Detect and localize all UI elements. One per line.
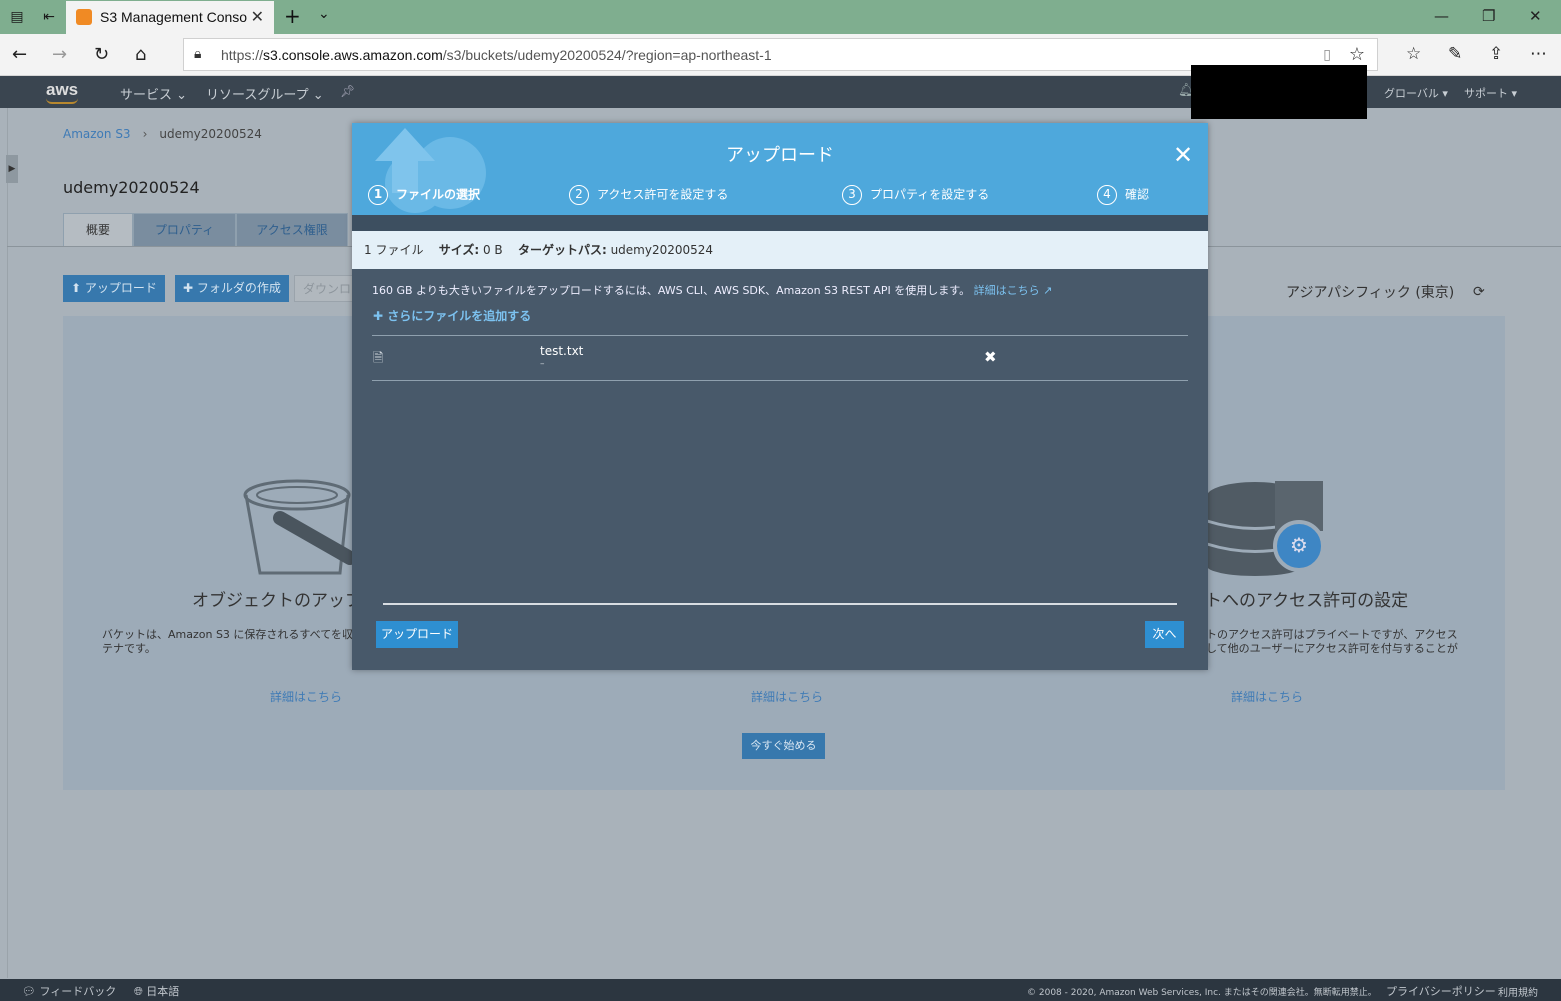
restore-icon[interactable]: ❐ bbox=[1482, 7, 1495, 25]
privacy-link[interactable]: プライバシーポリシー bbox=[1386, 983, 1496, 999]
close-window-icon[interactable]: ✕ bbox=[1529, 7, 1542, 25]
sidebar-toggle-icon[interactable]: ▶ bbox=[6, 155, 18, 183]
resource-groups-menu[interactable]: リソースグループ ⌄ bbox=[206, 84, 324, 103]
step-select-files[interactable]: 1 ファイルの選択 bbox=[368, 185, 480, 205]
modal-header: アップロード ✕ 1 ファイルの選択 2 アクセス許可を設定する 3 プロパティを設定… bbox=[352, 123, 1208, 215]
get-started-button[interactable]: 今すぐ始める bbox=[742, 733, 825, 759]
refresh-icon[interactable]: ↻ bbox=[94, 44, 109, 65]
new-tab-icon[interactable]: + bbox=[284, 4, 301, 28]
breadcrumb: Amazon S3 › udemy20200524 bbox=[63, 127, 262, 141]
card-title-permissions: トへのアクセス許可の設定 bbox=[1205, 591, 1409, 611]
tab-list-chevron-icon[interactable]: ⌄ bbox=[318, 6, 330, 22]
database-illustration: ⚙ bbox=[1206, 481, 1325, 576]
terms-link[interactable]: 利用規約 bbox=[1498, 984, 1538, 999]
home-icon[interactable]: ⌂ bbox=[135, 44, 146, 65]
page-title: udemy20200524 bbox=[63, 178, 200, 197]
minimize-icon[interactable]: — bbox=[1434, 7, 1449, 25]
file-icon: 🗎︎ bbox=[373, 351, 384, 366]
next-button[interactable]: 次へ bbox=[1145, 621, 1184, 648]
card-desc-objects: バケットは、Amazon S3 に保存されるすべてを収納 テナです。 bbox=[102, 628, 364, 655]
file-size: – bbox=[540, 359, 545, 369]
card-link-middle[interactable]: 詳細はこちら bbox=[751, 688, 823, 705]
language-selector[interactable]: 🌐︎ 日本語 bbox=[134, 983, 179, 999]
remove-file-icon[interactable]: ✖ bbox=[984, 348, 997, 366]
tab-properties[interactable]: プロパティ bbox=[133, 213, 236, 247]
close-tab-icon[interactable]: ✕ bbox=[251, 7, 264, 26]
favorite-star-icon[interactable]: ☆ bbox=[1349, 44, 1365, 65]
share-icon[interactable]: ⇪ bbox=[1489, 44, 1503, 64]
global-menu[interactable]: グローバル ▾ bbox=[1384, 85, 1448, 101]
tab-title: S3 Management Conso bbox=[100, 9, 248, 25]
upload-button[interactable]: ⬆ アップロード bbox=[63, 275, 165, 302]
card-link-objects[interactable]: 詳細はこちら bbox=[270, 688, 342, 705]
large-file-info: 160 GB よりも大きいファイルをアップロードするには、AWS CLI、AWS… bbox=[372, 284, 1053, 297]
tab-permissions[interactable]: アクセス権限 bbox=[236, 213, 348, 247]
redacted-account bbox=[1191, 65, 1367, 119]
footer: 💬︎ フィードバック 🌐︎ 日本語 © 2008 - 2020, Amazon … bbox=[0, 979, 1561, 1001]
close-icon[interactable]: ✕ bbox=[1173, 143, 1193, 167]
browser-tab[interactable]: S3 Management Conso ✕ bbox=[66, 1, 274, 34]
aws-logo[interactable]: aws bbox=[46, 80, 78, 104]
services-menu[interactable]: サービス ⌄ bbox=[120, 84, 187, 103]
set-aside-tabs-icon[interactable]: ⇤ bbox=[40, 8, 58, 26]
card-link-permissions[interactable]: 詳細はこちら bbox=[1231, 688, 1303, 705]
create-folder-button[interactable]: ✚ フォルダの作成 bbox=[175, 275, 289, 302]
breadcrumb-bucket: udemy20200524 bbox=[159, 127, 262, 141]
learn-more-link[interactable]: 詳細はこちら bbox=[974, 284, 1040, 297]
tab-actions-icon[interactable]: ▤ bbox=[8, 8, 26, 26]
browser-tab-bar: ▤ ⇤ S3 Management Conso ✕ + ⌄ — ❐ ✕ bbox=[0, 0, 1561, 34]
file-name: test.txt bbox=[540, 344, 584, 358]
upload-modal: アップロード ✕ 1 ファイルの選択 2 アクセス許可を設定する 3 プロパティを設定… bbox=[352, 123, 1208, 670]
tab-overview[interactable]: 概要 bbox=[63, 213, 133, 247]
reading-view-icon[interactable]: ▯ bbox=[1323, 47, 1331, 63]
modal-title: アップロード bbox=[726, 145, 834, 166]
card-title-objects: オブジェクトのアップ bbox=[192, 591, 362, 611]
pin-icon[interactable]: 📌︎ bbox=[340, 84, 355, 98]
modal-upload-button[interactable]: アップロード bbox=[376, 621, 458, 648]
support-menu[interactable]: サポート ▾ bbox=[1464, 85, 1517, 101]
favorites-icon[interactable]: ☆ bbox=[1406, 44, 1421, 64]
pen-icon[interactable]: ✎ bbox=[1448, 44, 1462, 64]
upload-summary: 1 ファイル サイズ: 0 B ターゲットパス: udemy20200524 bbox=[352, 231, 1208, 269]
step-review[interactable]: 4 確認 bbox=[1097, 185, 1149, 205]
breadcrumb-root[interactable]: Amazon S3 bbox=[63, 127, 131, 141]
external-link-icon: ↗ bbox=[1043, 284, 1053, 297]
refresh-list-icon[interactable]: ⟳ bbox=[1473, 284, 1485, 300]
svg-text:⚙: ⚙ bbox=[1290, 533, 1308, 557]
copyright: © 2008 - 2020, Amazon Web Services, Inc.… bbox=[1027, 988, 1377, 998]
step-permissions[interactable]: 2 アクセス許可を設定する bbox=[569, 185, 728, 205]
card-desc-permissions: トのアクセス許可はプライベートですが、アクセス して他のユーザーにアクセス許可を付… bbox=[1206, 628, 1458, 655]
lock-icon[interactable]: 🔒︎ bbox=[194, 46, 201, 62]
bucket-illustration bbox=[243, 479, 355, 575]
aws-favicon-icon bbox=[76, 9, 92, 25]
step-properties[interactable]: 3 プロパティを設定する bbox=[842, 185, 989, 205]
back-icon[interactable]: ← bbox=[12, 44, 27, 65]
forward-icon[interactable]: → bbox=[52, 44, 67, 65]
feedback-link[interactable]: 💬︎ フィードバック bbox=[22, 983, 116, 999]
more-icon[interactable]: ⋯ bbox=[1530, 44, 1547, 64]
url-text[interactable]: https://s3.console.aws.amazon.com/s3/buc… bbox=[221, 47, 772, 63]
add-more-files-link[interactable]: ✚ さらにファイルを追加する bbox=[373, 307, 531, 324]
region-label: アジアパシフィック (東京) bbox=[1286, 285, 1455, 301]
